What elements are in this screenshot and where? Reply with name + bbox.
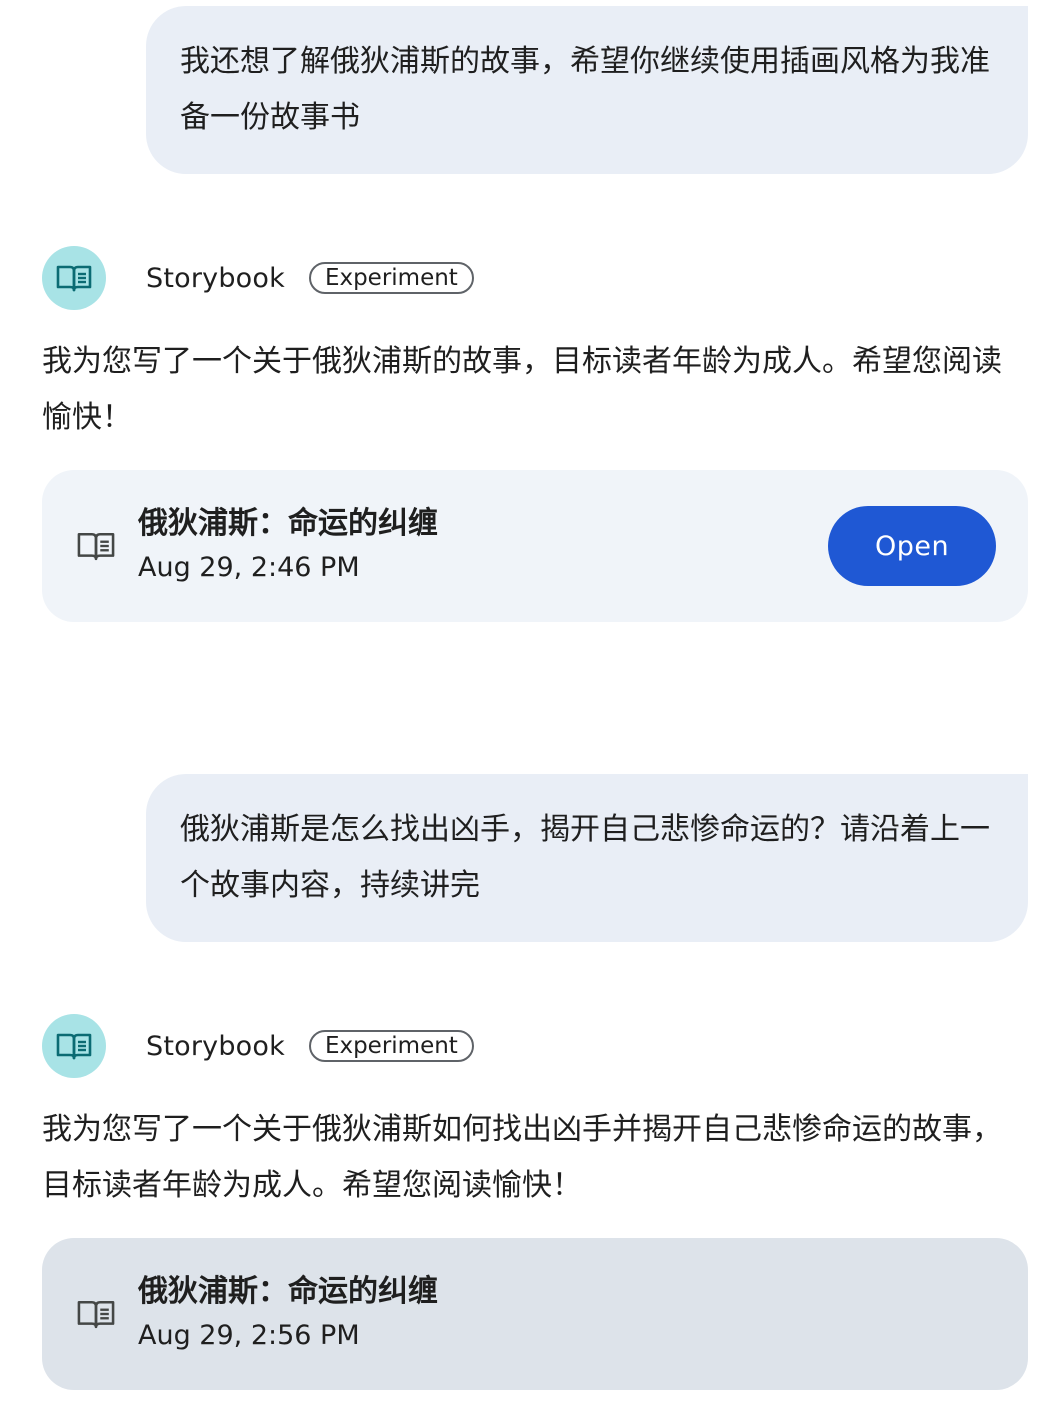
book-open-icon — [74, 1292, 118, 1336]
bot-header: Storybook Experiment — [42, 246, 474, 310]
book-open-icon — [56, 265, 92, 292]
story-card-info: 俄狄浦斯：命运的纠缠 Aug 29, 2:56 PM — [138, 1271, 996, 1357]
story-date: Aug 29, 2:56 PM — [138, 1320, 360, 1351]
story-title: 俄狄浦斯：命运的纠缠 — [138, 506, 438, 541]
avatar — [42, 246, 106, 310]
bot-message-text: 我为您写了一个关于俄狄浦斯的故事，目标读者年龄为成人。希望您阅读愉快！ — [42, 344, 1002, 435]
story-card[interactable]: 俄狄浦斯：命运的纠缠 Aug 29, 2:46 PM Open — [42, 470, 1028, 622]
book-open-icon — [74, 524, 118, 568]
story-date: Aug 29, 2:46 PM — [138, 552, 360, 583]
experiment-badge: Experiment — [308, 1030, 474, 1062]
bot-message-text: 我为您写了一个关于俄狄浦斯如何找出凶手并揭开自己悲惨命运的故事，目标读者年龄为成… — [42, 1112, 1002, 1203]
story-card-info: 俄狄浦斯：命运的纠缠 Aug 29, 2:46 PM — [138, 503, 828, 589]
user-message: 俄狄浦斯是怎么找出凶手，揭开自己悲惨命运的？请沿着上一个故事内容，持续讲完 — [146, 774, 1028, 942]
user-message-text: 俄狄浦斯是怎么找出凶手，揭开自己悲惨命运的？请沿着上一个故事内容，持续讲完 — [180, 812, 990, 903]
user-message-text: 我还想了解俄狄浦斯的故事，希望你继续使用插画风格为我准备一份故事书 — [180, 44, 990, 135]
avatar — [42, 1014, 106, 1078]
bot-name: Storybook — [146, 1030, 285, 1062]
story-card[interactable]: 俄狄浦斯：命运的纠缠 Aug 29, 2:56 PM — [42, 1238, 1028, 1390]
bot-header: Storybook Experiment — [42, 1014, 474, 1078]
user-message: 我还想了解俄狄浦斯的故事，希望你继续使用插画风格为我准备一份故事书 — [146, 6, 1028, 174]
story-title: 俄狄浦斯：命运的纠缠 — [138, 1274, 438, 1309]
book-open-icon — [56, 1033, 92, 1060]
experiment-badge: Experiment — [308, 262, 474, 294]
open-button[interactable]: Open — [828, 506, 996, 586]
bot-name: Storybook — [146, 262, 285, 294]
